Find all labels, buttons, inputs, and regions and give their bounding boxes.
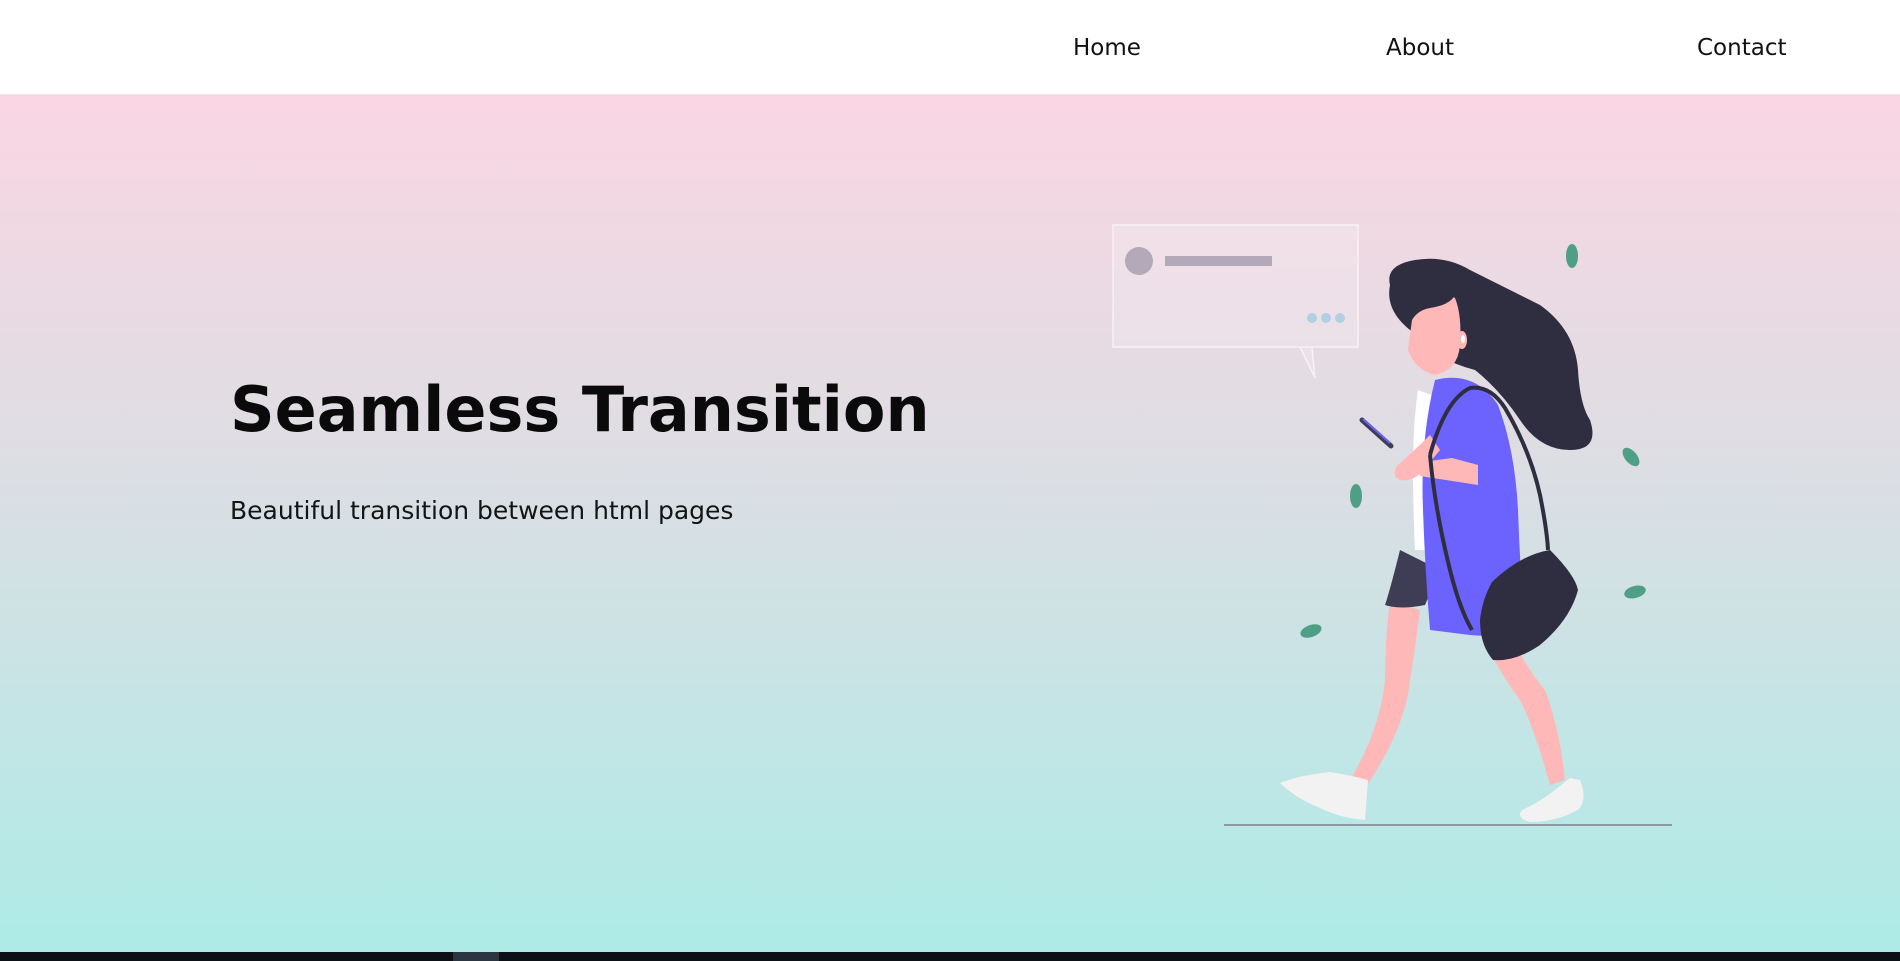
hero-subtitle: Beautiful transition between html pages (230, 496, 734, 525)
footer-tab[interactable] (453, 952, 499, 961)
leaf-icon (1350, 484, 1362, 508)
nav-contact-link[interactable]: Contact (1697, 34, 1786, 62)
hero-title: Seamless Transition (230, 373, 930, 446)
leaf-icon (1300, 624, 1322, 638)
woman-walking-illustration (1112, 224, 1672, 826)
nav-about-link[interactable]: About (1386, 34, 1454, 62)
top-navbar: Home About Contact (0, 0, 1900, 95)
leaf-icon (1624, 585, 1646, 599)
chat-bubble-icon (1112, 224, 1359, 379)
footer-bar (0, 952, 1900, 961)
leaf-icon (1622, 447, 1640, 467)
nav-home-link[interactable]: Home (1073, 34, 1141, 62)
leaf-icon (1566, 244, 1578, 268)
phone-icon (1359, 417, 1394, 449)
page: Home About Contact Seamless Transition B… (0, 0, 1900, 961)
